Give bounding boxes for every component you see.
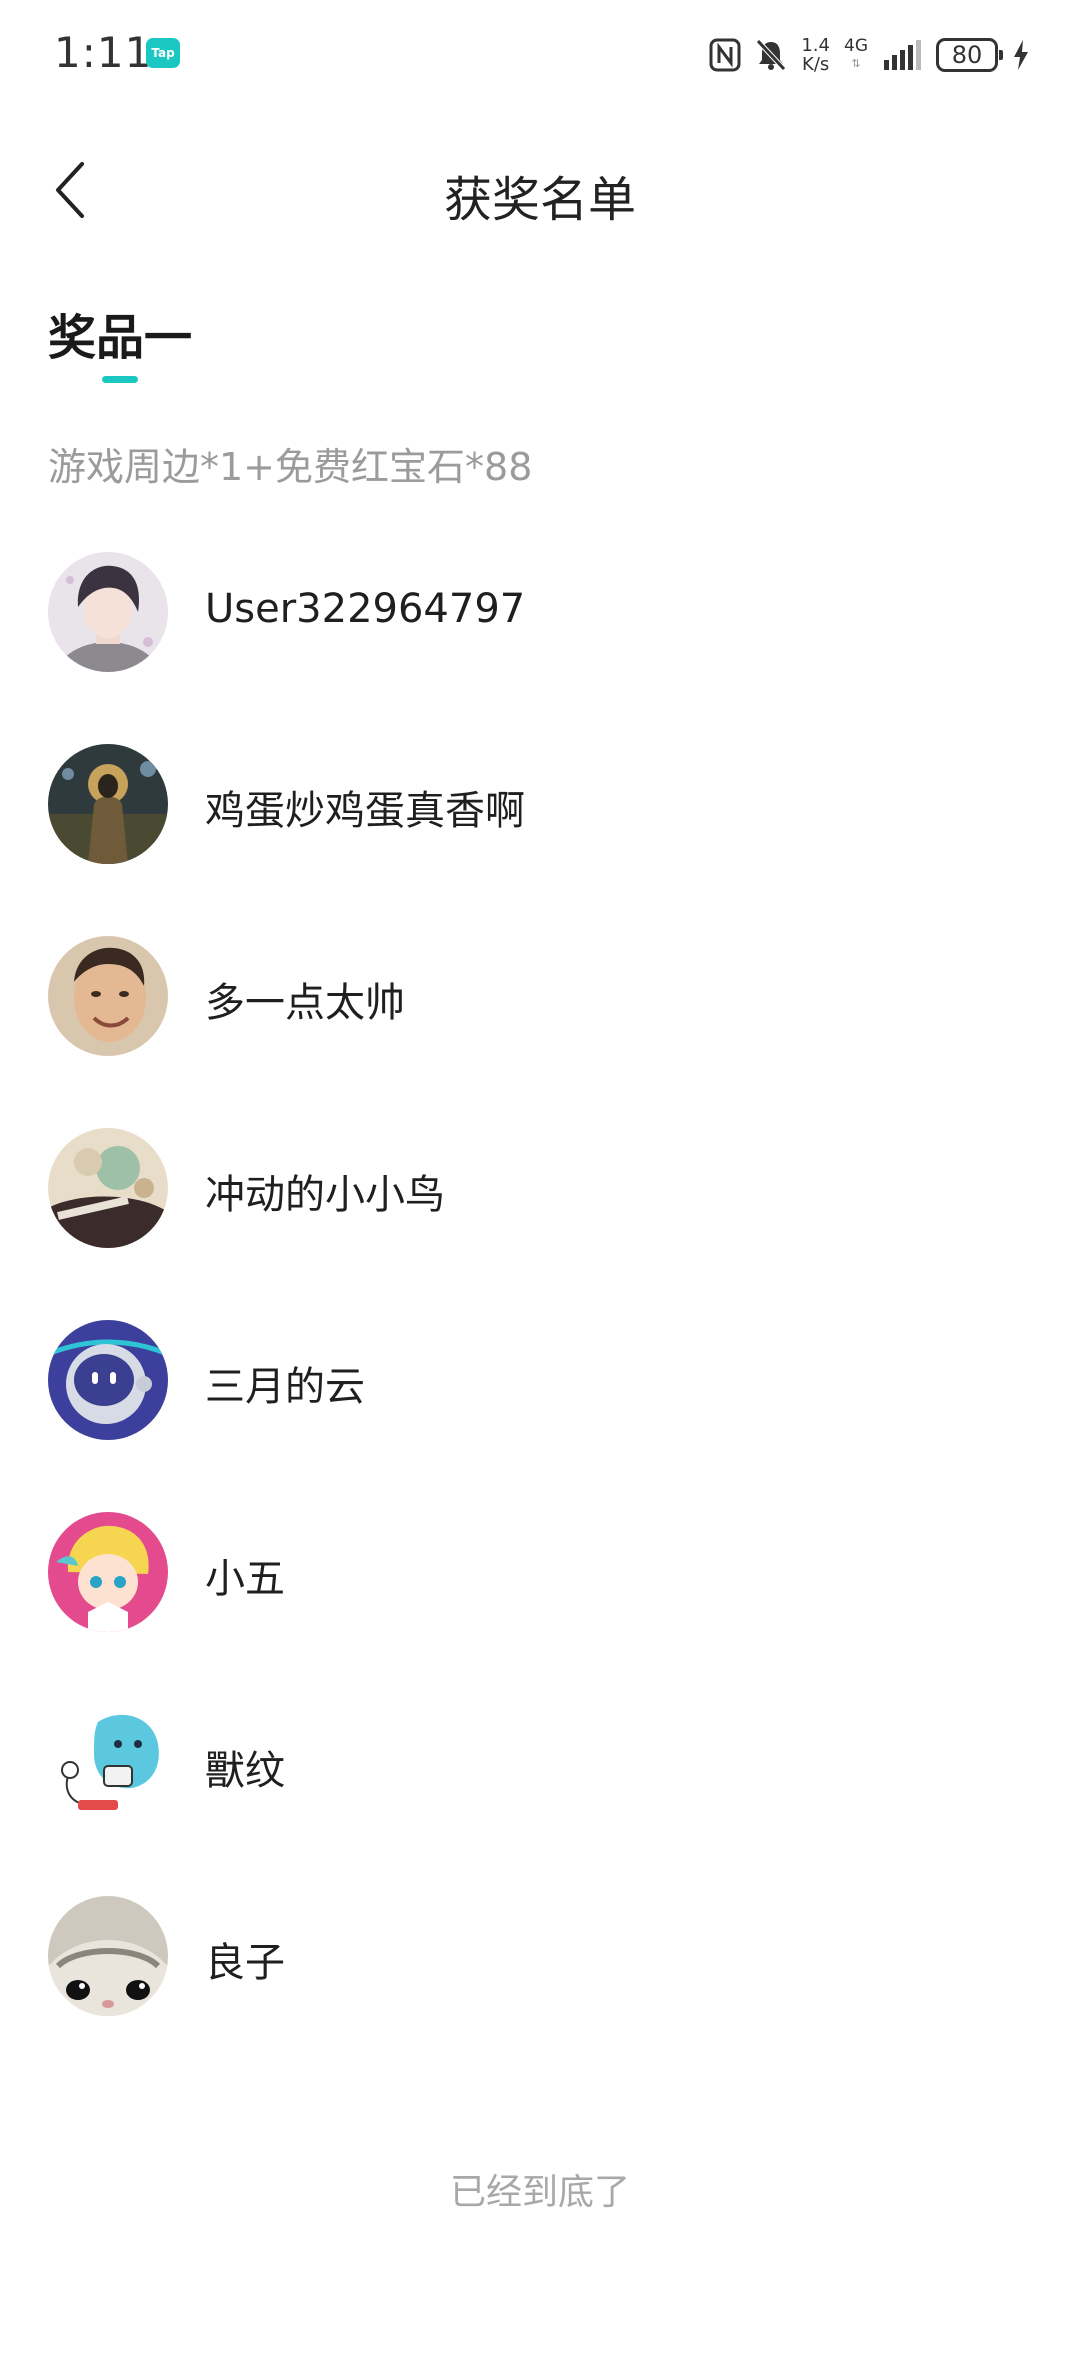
winner-row[interactable]: 冲动的小小鸟 (0, 1124, 1080, 1316)
winner-row[interactable]: 小五 (0, 1508, 1080, 1700)
signal-icon (884, 40, 921, 70)
winner-list: User322964797 鸡蛋炒鸡蛋真香啊 多一点太帅 冲动的小小鸟 三月的云… (0, 548, 1080, 2084)
winner-name: 冲动的小小鸟 (205, 1172, 445, 1218)
winner-name: 良子 (205, 1940, 285, 1986)
bell-muted-icon (756, 39, 787, 71)
header: 获奖名单 (0, 130, 1080, 250)
avatar[interactable] (48, 1128, 168, 1248)
winner-row[interactable]: User322964797 (0, 548, 1080, 740)
net-speed-value: 1.4 (801, 35, 830, 56)
status-time: 1:11 (54, 28, 153, 77)
data-arrows-icon: ⇅ (851, 57, 861, 70)
avatar[interactable] (48, 744, 168, 864)
avatar[interactable] (48, 552, 168, 672)
winner-row[interactable]: 三月的云 (0, 1316, 1080, 1508)
prize-tab-label: 奖品一 (48, 310, 193, 366)
battery-indicator: 80 (936, 38, 1003, 72)
nfc-icon (709, 38, 741, 72)
end-of-list-text: 已经到底了 (449, 2172, 630, 2213)
status-icons: 1.4 K/s 4G ⇅ 80 (709, 30, 1030, 80)
charging-icon (1014, 40, 1028, 70)
avatar[interactable] (48, 1896, 168, 2016)
network-type: 4G ⇅ (844, 38, 868, 72)
winner-name: 獸纹 (205, 1748, 285, 1794)
winner-name: 三月的云 (205, 1364, 365, 1410)
winner-name: 小五 (205, 1556, 285, 1602)
avatar[interactable] (48, 1512, 168, 1632)
winner-row[interactable]: 多一点太帅 (0, 932, 1080, 1124)
prize-description: 游戏周边*1+免费红宝石*88 (48, 445, 533, 489)
winner-row[interactable]: 良子 (0, 1892, 1080, 2084)
tap-app-icon: Tap (146, 38, 180, 68)
winner-name: User322964797 (205, 586, 526, 632)
winner-name: 多一点太帅 (205, 980, 405, 1026)
tab-prize-one[interactable]: 奖品一 (48, 298, 193, 383)
winner-name: 鸡蛋炒鸡蛋真香啊 (205, 788, 525, 834)
avatar[interactable] (48, 936, 168, 1056)
network-type-label: 4G (844, 36, 868, 56)
status-bar: 1:11 Tap 1.4 K/s 4G ⇅ 80 (0, 0, 1080, 110)
avatar[interactable] (48, 1320, 168, 1440)
winner-row[interactable]: 鸡蛋炒鸡蛋真香啊 (0, 740, 1080, 932)
avatar[interactable] (48, 1704, 168, 1824)
winner-row[interactable]: 獸纹 (0, 1700, 1080, 1892)
page-title: 获奖名单 (443, 172, 636, 228)
net-speed-unit: K/s (802, 54, 830, 75)
active-tab-indicator (102, 376, 138, 383)
net-speed: 1.4 K/s (801, 36, 830, 74)
